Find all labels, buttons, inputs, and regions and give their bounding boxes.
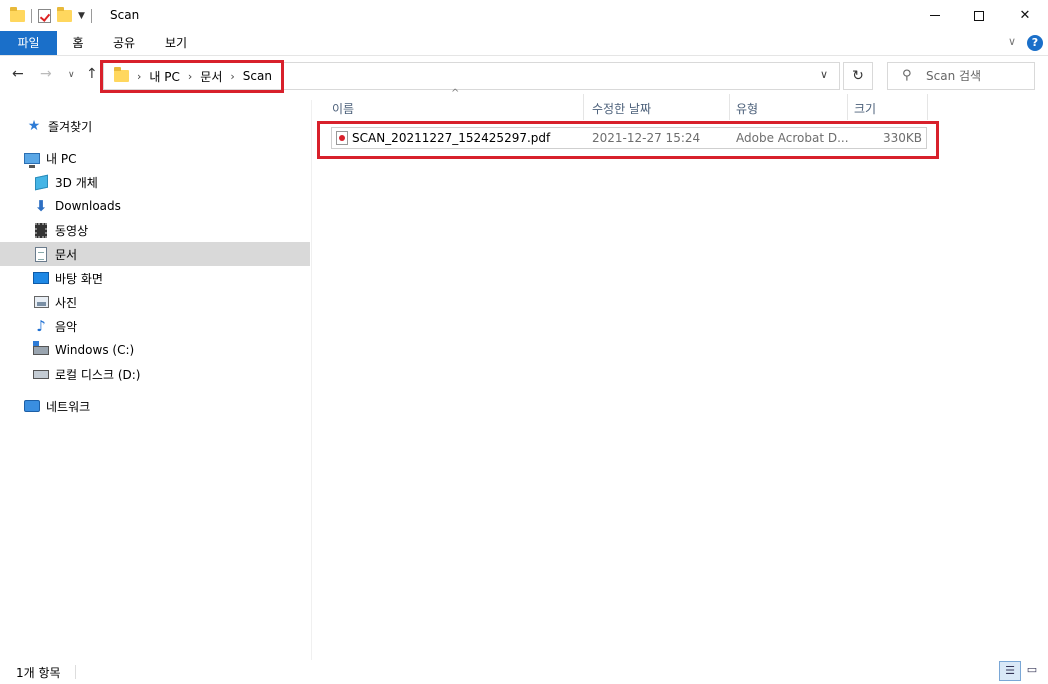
file-type: Adobe Acrobat D... (736, 131, 849, 145)
window-title: Scan (110, 8, 140, 22)
minimize-button[interactable] (912, 0, 958, 31)
properties-check-icon[interactable] (38, 9, 51, 23)
sidebar-item-label: 사진 (55, 295, 78, 310)
computer-icon (24, 150, 40, 168)
system-drive-icon (33, 340, 49, 358)
table-row[interactable]: SCAN_20211227_152425297.pdf 2021-12-27 1… (331, 127, 927, 149)
ribbon: 파일 홈 공유 보기 ∨ ? (0, 31, 1048, 56)
sidebar-item-documents[interactable]: 문서 (0, 242, 310, 266)
sidebar-item-network[interactable]: 네트워크 (0, 394, 310, 418)
navigation-pane: ★ 즐겨찾기 내 PC 3D 개체 ⬇ Downloads 동영상 문서 바탕 … (0, 100, 312, 660)
toolbar-separator (90, 9, 92, 23)
file-name: SCAN_20211227_152425297.pdf (352, 131, 551, 145)
status-bar: 1개 항목 ☰ ▭ (0, 660, 1048, 684)
film-icon (33, 222, 49, 238)
sidebar-item-music[interactable]: ♪ 음악 (0, 314, 310, 338)
sidebar-item-label: 네트워크 (46, 399, 91, 414)
title-bar: ▼ Scan ✕ (0, 0, 1048, 31)
recent-locations-chevron-icon[interactable]: ∨ (68, 70, 75, 80)
download-arrow-icon: ⬇ (34, 197, 48, 215)
pdf-file-icon (336, 131, 348, 145)
sidebar-item-windows-c[interactable]: Windows (C:) (0, 338, 310, 362)
column-header-name[interactable]: 이름 (326, 94, 584, 120)
sidebar-item-label: 내 PC (46, 151, 77, 166)
sidebar-item-pictures[interactable]: 사진 (0, 290, 310, 314)
quick-access-toolbar: ▼ (10, 6, 98, 26)
large-icons-view-icon[interactable]: ▭ (1023, 663, 1041, 679)
drive-icon (33, 366, 49, 382)
sidebar-item-label: Windows (C:) (55, 343, 135, 357)
toolbar-separator (31, 9, 32, 23)
sidebar-item-label: 동영상 (55, 223, 89, 238)
back-arrow-icon[interactable]: ← (12, 66, 24, 82)
sidebar-item-label: 바탕 화면 (55, 271, 103, 286)
folder-icon[interactable] (10, 7, 25, 22)
picture-icon (33, 294, 49, 310)
tab-home[interactable]: 홈 (60, 31, 96, 55)
details-view-icon[interactable]: ☰ (999, 661, 1021, 681)
close-icon: ✕ (1019, 8, 1031, 23)
maximize-icon (974, 10, 984, 21)
sidebar-item-3d-objects[interactable]: 3D 개체 (0, 170, 310, 194)
sidebar-item-label: 로컬 디스크 (D:) (55, 367, 141, 382)
column-header-date-modified[interactable]: 수정한 날짜 (586, 94, 730, 120)
desktop-icon (33, 270, 49, 286)
sidebar-item-label: 문서 (55, 247, 78, 262)
refresh-button[interactable]: ↻ (843, 62, 873, 90)
column-header-type[interactable]: 유형 (730, 94, 848, 120)
minimize-icon (930, 15, 940, 16)
search-input[interactable] (926, 66, 1030, 86)
address-history-chevron-icon[interactable]: ∨ (820, 68, 828, 81)
up-arrow-icon[interactable]: ↑ (86, 66, 98, 82)
document-icon (33, 246, 49, 262)
file-list-pane: ^ 이름 수정한 날짜 유형 크기 SCAN_20211227_15242529… (313, 88, 1048, 660)
sidebar-item-label: 3D 개체 (55, 175, 98, 190)
sidebar-item-local-disk-d[interactable]: 로컬 디스크 (D:) (0, 362, 310, 386)
sidebar-item-label: Downloads (55, 199, 121, 213)
star-icon: ★ (27, 118, 41, 134)
sidebar-item-downloads[interactable]: ⬇ Downloads (0, 194, 310, 218)
maximize-button[interactable] (956, 0, 1002, 31)
breadcrumb-highlight-box (100, 60, 284, 93)
refresh-icon: ↻ (852, 68, 864, 84)
help-icon[interactable]: ? (1027, 35, 1043, 51)
tab-view[interactable]: 보기 (156, 31, 196, 55)
file-size: 330KB (882, 131, 922, 145)
cube-icon (33, 174, 49, 190)
tab-share[interactable]: 공유 (104, 31, 144, 55)
navigation-bar: ← → ∨ ↑ › 내 PC › 문서 › Scan ∨ ↻ ⚲ (0, 56, 1048, 94)
status-separator (75, 665, 76, 679)
expand-ribbon-chevron-icon[interactable]: ∨ (1008, 35, 1016, 48)
sidebar-item-this-pc[interactable]: 내 PC (0, 146, 310, 170)
sidebar-item-label: 즐겨찾기 (48, 119, 93, 134)
sidebar-item-label: 음악 (55, 319, 78, 334)
sidebar-item-desktop[interactable]: 바탕 화면 (0, 266, 310, 290)
search-box[interactable]: ⚲ (887, 62, 1035, 90)
customize-toolbar-dropdown-icon[interactable]: ▼ (78, 11, 85, 21)
music-note-icon: ♪ (36, 317, 46, 335)
tab-file[interactable]: 파일 (0, 31, 57, 55)
file-date-modified: 2021-12-27 15:24 (592, 131, 701, 145)
sidebar-item-videos[interactable]: 동영상 (0, 218, 310, 242)
close-button[interactable]: ✕ (1002, 0, 1048, 31)
new-folder-icon[interactable] (57, 7, 72, 22)
search-icon: ⚲ (902, 68, 912, 83)
sidebar-item-quick-access[interactable]: ★ 즐겨찾기 (0, 114, 310, 138)
network-icon (24, 398, 40, 414)
item-count: 1개 항목 (16, 666, 61, 680)
forward-arrow-icon[interactable]: → (40, 66, 52, 82)
column-header-size[interactable]: 크기 (848, 94, 928, 120)
